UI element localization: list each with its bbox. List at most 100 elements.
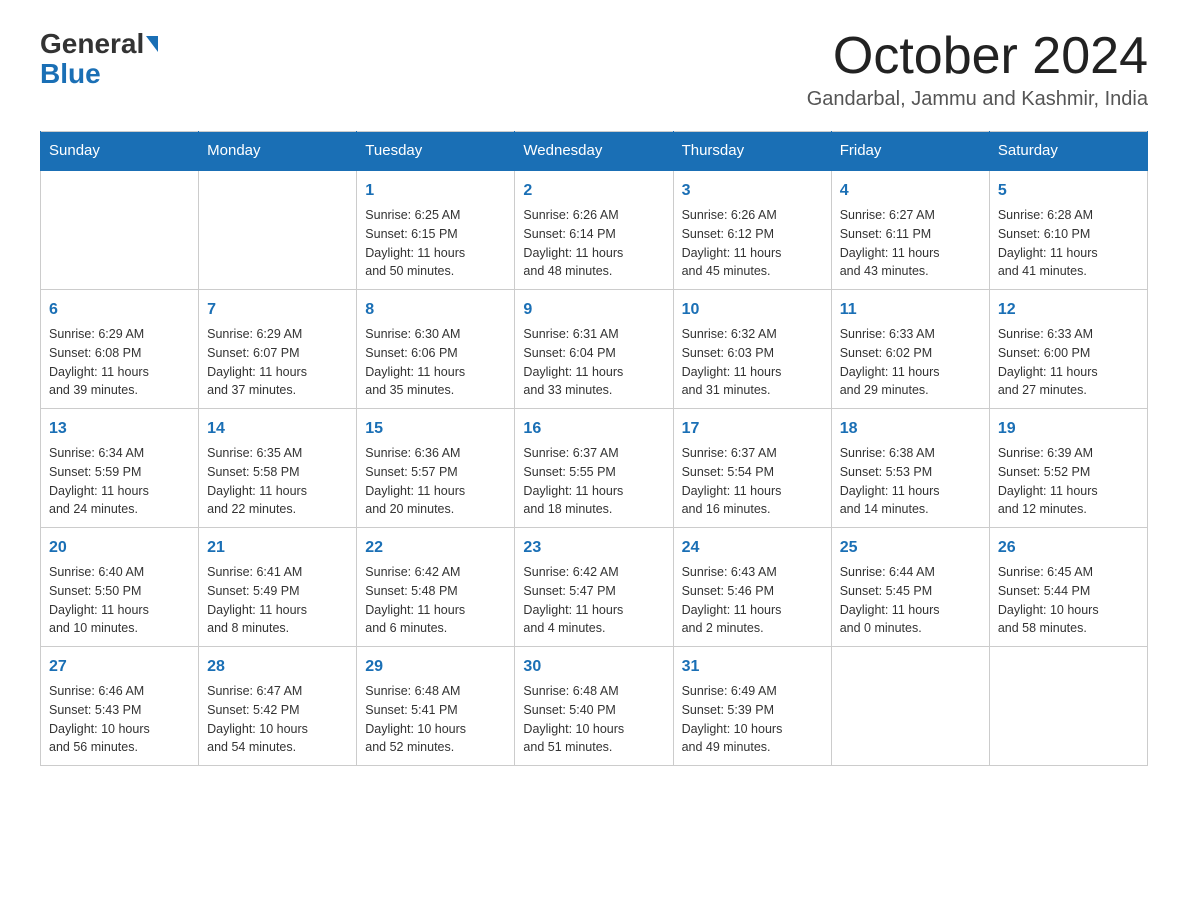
day-info: Sunrise: 6:38 AM Sunset: 5:53 PM Dayligh…	[840, 444, 981, 519]
calendar-cell: 2Sunrise: 6:26 AM Sunset: 6:14 PM Daylig…	[515, 170, 673, 290]
calendar-table: SundayMondayTuesdayWednesdayThursdayFrid…	[40, 131, 1148, 766]
calendar-cell: 11 Sunrise: 6:33 AM Sunset: 6:02 PM Dayli…	[831, 290, 989, 409]
week-row-2: 6 Sunrise: 6:29 AM Sunset: 6:08 PM Daylig…	[41, 290, 1148, 409]
day-number: 20	[49, 536, 190, 560]
day-info: Sunrise: 6:32 AM Sunset: 6:03 PM Dayligh…	[682, 325, 823, 400]
calendar-cell: 14 Sunrise: 6:35 AM Sunset: 5:58 PM Dayli…	[199, 409, 357, 528]
calendar-cell: 21 Sunrise: 6:41 AM Sunset: 5:49 PM Dayli…	[199, 528, 357, 647]
day-info: Sunrise: 6:37 AM Sunset: 5:55 PM Dayligh…	[523, 444, 664, 519]
day-info: Sunrise: 6:41 AM Sunset: 5:49 PM Dayligh…	[207, 563, 348, 638]
day-number: 9	[523, 298, 664, 322]
calendar-body: 1 Sunrise: 6:25 AM Sunset: 6:15 PM Daylig…	[41, 170, 1148, 766]
day-number: 24	[682, 536, 823, 560]
day-info: Sunrise: 6:48 AM Sunset: 5:40 PM Dayligh…	[523, 682, 664, 757]
day-info: Sunrise: 6:27 AM Sunset: 6:11 PM Dayligh…	[840, 206, 981, 281]
week-row-1: 1 Sunrise: 6:25 AM Sunset: 6:15 PM Daylig…	[41, 170, 1148, 290]
calendar-cell: 16 Sunrise: 6:37 AM Sunset: 5:55 PM Dayli…	[515, 409, 673, 528]
day-info: Sunrise: 6:39 AM Sunset: 5:52 PM Dayligh…	[998, 444, 1139, 519]
day-number: 2	[523, 179, 664, 203]
calendar-cell	[989, 647, 1147, 766]
location-title: Gandarbal, Jammu and Kashmir, India	[807, 88, 1148, 111]
calendar-cell: 6 Sunrise: 6:29 AM Sunset: 6:08 PM Daylig…	[41, 290, 199, 409]
day-info: Sunrise: 6:36 AM Sunset: 5:57 PM Dayligh…	[365, 444, 506, 519]
logo: General Blue	[40, 30, 158, 90]
day-info: Sunrise: 6:33 AM Sunset: 6:02 PM Dayligh…	[840, 325, 981, 400]
calendar-cell: 20 Sunrise: 6:40 AM Sunset: 5:50 PM Dayli…	[41, 528, 199, 647]
day-number: 30	[523, 655, 664, 679]
week-row-5: 27 Sunrise: 6:46 AM Sunset: 5:43 PM Dayli…	[41, 647, 1148, 766]
day-info: Sunrise: 6:46 AM Sunset: 5:43 PM Dayligh…	[49, 682, 190, 757]
calendar-cell: 19 Sunrise: 6:39 AM Sunset: 5:52 PM Dayli…	[989, 409, 1147, 528]
calendar-cell: 31Sunrise: 6:49 AM Sunset: 5:39 PM Dayli…	[673, 647, 831, 766]
week-row-4: 20 Sunrise: 6:40 AM Sunset: 5:50 PM Dayli…	[41, 528, 1148, 647]
calendar-cell: 23 Sunrise: 6:42 AM Sunset: 5:47 PM Dayli…	[515, 528, 673, 647]
title-section: October 2024 Gandarbal, Jammu and Kashmi…	[807, 30, 1148, 111]
day-info: Sunrise: 6:30 AM Sunset: 6:06 PM Dayligh…	[365, 325, 506, 400]
header-row: SundayMondayTuesdayWednesdayThursdayFrid…	[41, 132, 1148, 171]
calendar-cell: 29Sunrise: 6:48 AM Sunset: 5:41 PM Dayli…	[357, 647, 515, 766]
calendar-cell: 17 Sunrise: 6:37 AM Sunset: 5:54 PM Dayli…	[673, 409, 831, 528]
calendar-cell: 18Sunrise: 6:38 AM Sunset: 5:53 PM Dayli…	[831, 409, 989, 528]
day-info: Sunrise: 6:25 AM Sunset: 6:15 PM Dayligh…	[365, 206, 506, 281]
logo-general-text: General	[40, 30, 144, 58]
calendar-cell: 24 Sunrise: 6:43 AM Sunset: 5:46 PM Dayli…	[673, 528, 831, 647]
day-info: Sunrise: 6:42 AM Sunset: 5:47 PM Dayligh…	[523, 563, 664, 638]
day-number: 17	[682, 417, 823, 441]
calendar-cell: 26 Sunrise: 6:45 AM Sunset: 5:44 PM Dayli…	[989, 528, 1147, 647]
calendar-cell: 25 Sunrise: 6:44 AM Sunset: 5:45 PM Dayli…	[831, 528, 989, 647]
day-number: 28	[207, 655, 348, 679]
day-number: 16	[523, 417, 664, 441]
day-number: 12	[998, 298, 1139, 322]
day-info: Sunrise: 6:35 AM Sunset: 5:58 PM Dayligh…	[207, 444, 348, 519]
calendar-cell: 30 Sunrise: 6:48 AM Sunset: 5:40 PM Dayli…	[515, 647, 673, 766]
day-number: 29	[365, 655, 506, 679]
calendar-cell: 13 Sunrise: 6:34 AM Sunset: 5:59 PM Dayli…	[41, 409, 199, 528]
day-number: 11	[840, 298, 981, 322]
month-title: October 2024	[807, 30, 1148, 82]
day-info: Sunrise: 6:45 AM Sunset: 5:44 PM Dayligh…	[998, 563, 1139, 638]
calendar-cell: 3 Sunrise: 6:26 AM Sunset: 6:12 PM Daylig…	[673, 170, 831, 290]
day-number: 23	[523, 536, 664, 560]
calendar-cell: 9 Sunrise: 6:31 AM Sunset: 6:04 PM Daylig…	[515, 290, 673, 409]
day-info: Sunrise: 6:28 AM Sunset: 6:10 PM Dayligh…	[998, 206, 1139, 281]
day-info: Sunrise: 6:43 AM Sunset: 5:46 PM Dayligh…	[682, 563, 823, 638]
header-day-monday: Monday	[199, 132, 357, 171]
calendar-header: SundayMondayTuesdayWednesdayThursdayFrid…	[41, 132, 1148, 171]
header-day-friday: Friday	[831, 132, 989, 171]
day-number: 31	[682, 655, 823, 679]
calendar-cell: 10Sunrise: 6:32 AM Sunset: 6:03 PM Dayli…	[673, 290, 831, 409]
header-day-thursday: Thursday	[673, 132, 831, 171]
calendar-cell: 1 Sunrise: 6:25 AM Sunset: 6:15 PM Daylig…	[357, 170, 515, 290]
logo-arrow-icon	[146, 36, 158, 52]
header-day-sunday: Sunday	[41, 132, 199, 171]
day-number: 7	[207, 298, 348, 322]
day-info: Sunrise: 6:29 AM Sunset: 6:08 PM Dayligh…	[49, 325, 190, 400]
page-header: General Blue October 2024 Gandarbal, Jam…	[40, 30, 1148, 111]
day-info: Sunrise: 6:33 AM Sunset: 6:00 PM Dayligh…	[998, 325, 1139, 400]
day-number: 1	[365, 179, 506, 203]
day-info: Sunrise: 6:31 AM Sunset: 6:04 PM Dayligh…	[523, 325, 664, 400]
day-info: Sunrise: 6:42 AM Sunset: 5:48 PM Dayligh…	[365, 563, 506, 638]
day-number: 3	[682, 179, 823, 203]
logo-blue-text: Blue	[40, 58, 101, 90]
day-info: Sunrise: 6:44 AM Sunset: 5:45 PM Dayligh…	[840, 563, 981, 638]
day-info: Sunrise: 6:37 AM Sunset: 5:54 PM Dayligh…	[682, 444, 823, 519]
day-info: Sunrise: 6:40 AM Sunset: 5:50 PM Dayligh…	[49, 563, 190, 638]
day-number: 19	[998, 417, 1139, 441]
calendar-cell	[831, 647, 989, 766]
day-info: Sunrise: 6:47 AM Sunset: 5:42 PM Dayligh…	[207, 682, 348, 757]
day-info: Sunrise: 6:26 AM Sunset: 6:12 PM Dayligh…	[682, 206, 823, 281]
day-number: 21	[207, 536, 348, 560]
day-info: Sunrise: 6:34 AM Sunset: 5:59 PM Dayligh…	[49, 444, 190, 519]
calendar-cell: 28 Sunrise: 6:47 AM Sunset: 5:42 PM Dayli…	[199, 647, 357, 766]
week-row-3: 13 Sunrise: 6:34 AM Sunset: 5:59 PM Dayli…	[41, 409, 1148, 528]
day-number: 27	[49, 655, 190, 679]
day-number: 26	[998, 536, 1139, 560]
day-number: 13	[49, 417, 190, 441]
calendar-cell: 4Sunrise: 6:27 AM Sunset: 6:11 PM Daylig…	[831, 170, 989, 290]
header-day-tuesday: Tuesday	[357, 132, 515, 171]
calendar-cell: 12 Sunrise: 6:33 AM Sunset: 6:00 PM Dayli…	[989, 290, 1147, 409]
day-number: 6	[49, 298, 190, 322]
day-number: 14	[207, 417, 348, 441]
day-number: 25	[840, 536, 981, 560]
